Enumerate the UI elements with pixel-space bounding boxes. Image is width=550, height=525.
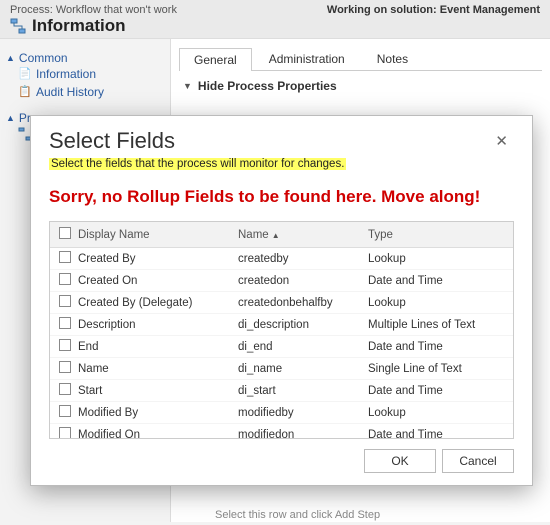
table-row[interactable]: Enddi_endDate and Time	[50, 336, 513, 358]
cell-display-name: Name	[76, 363, 238, 375]
row-checkbox[interactable]	[54, 361, 76, 376]
cell-name: di_description	[238, 319, 368, 331]
grid-body[interactable]: Created BycreatedbyLookupCreated Oncreat…	[50, 248, 513, 438]
dialog-title: Select Fields	[49, 128, 489, 154]
sidebar-group-common[interactable]: ▲ Common	[6, 51, 164, 65]
ok-button[interactable]: OK	[364, 449, 436, 473]
column-header-display-name[interactable]: Display Name	[76, 229, 238, 241]
solution-context: Working on solution: Event Management	[327, 4, 540, 16]
table-row[interactable]: Created OncreatedonDate and Time	[50, 270, 513, 292]
cell-name: createdon	[238, 275, 368, 287]
cell-display-name: Created By (Delegate)	[76, 297, 238, 309]
cancel-button[interactable]: Cancel	[442, 449, 514, 473]
row-checkbox[interactable]	[54, 427, 76, 438]
page-header: Process: Workflow that won't work Inform…	[0, 0, 550, 39]
close-icon[interactable]: ✕	[489, 128, 514, 154]
cell-display-name: Created By	[76, 253, 238, 265]
tab-administration[interactable]: Administration	[254, 47, 360, 70]
tab-notes[interactable]: Notes	[362, 47, 423, 70]
tab-general[interactable]: General	[179, 48, 252, 71]
cell-type: Date and Time	[368, 341, 509, 353]
cell-type: Multiple Lines of Text	[368, 319, 509, 331]
cell-type: Lookup	[368, 407, 509, 419]
cell-type: Date and Time	[368, 429, 509, 439]
cell-type: Date and Time	[368, 385, 509, 397]
column-header-name[interactable]: Name▲	[238, 229, 368, 241]
dialog-subtitle: Select the fields that the process will …	[49, 158, 346, 170]
cell-type: Date and Time	[368, 275, 509, 287]
sidebar-item-label: Information	[36, 67, 96, 81]
cell-name: createdby	[238, 253, 368, 265]
cell-display-name: Start	[76, 385, 238, 397]
cell-display-name: Modified By	[76, 407, 238, 419]
cell-type: Lookup	[368, 297, 509, 309]
cell-name: createdonbehalfby	[238, 297, 368, 309]
page-title-text: Information	[32, 16, 126, 36]
row-checkbox[interactable]	[54, 251, 76, 266]
fields-grid: Display Name Name▲ Type Created Bycreate…	[49, 221, 514, 439]
page-title: Information	[10, 16, 327, 36]
cell-display-name: End	[76, 341, 238, 353]
table-row[interactable]: Created BycreatedbyLookup	[50, 248, 513, 270]
sidebar-group-label: Common	[19, 51, 68, 65]
cell-name: di_name	[238, 363, 368, 375]
chevron-down-icon: ▲	[6, 53, 15, 63]
cell-name: modifiedon	[238, 429, 368, 439]
row-checkbox[interactable]	[54, 383, 76, 398]
cell-name: di_start	[238, 385, 368, 397]
row-checkbox[interactable]	[54, 273, 76, 288]
row-checkbox[interactable]	[54, 317, 76, 332]
annotation-text: Sorry, no Rollup Fields to be found here…	[49, 186, 514, 207]
table-row[interactable]: Modified OnmodifiedonDate and Time	[50, 424, 513, 438]
table-row[interactable]: Created By (Delegate)createdonbehalfbyLo…	[50, 292, 513, 314]
process-name: Process: Workflow that won't work	[10, 4, 327, 16]
row-checkbox[interactable]	[54, 405, 76, 420]
select-fields-dialog: Select Fields ✕ Select the fields that t…	[30, 115, 533, 486]
row-checkbox[interactable]	[54, 339, 76, 354]
sidebar-item-information[interactable]: 📄 Information	[6, 65, 164, 83]
document-icon: 📄	[18, 67, 32, 81]
grid-header: Display Name Name▲ Type	[50, 222, 513, 248]
cell-name: modifiedby	[238, 407, 368, 419]
sidebar-item-audit-history[interactable]: 📋 Audit History	[6, 83, 164, 101]
cell-display-name: Created On	[76, 275, 238, 287]
chevron-down-icon: ▲	[6, 113, 15, 123]
row-checkbox[interactable]	[54, 295, 76, 310]
cell-type: Single Line of Text	[368, 363, 509, 375]
table-row[interactable]: Descriptiondi_descriptionMultiple Lines …	[50, 314, 513, 336]
column-header-name-text: Name	[238, 229, 269, 241]
table-row[interactable]: Modified BymodifiedbyLookup	[50, 402, 513, 424]
workflow-icon	[10, 18, 26, 34]
add-step-hint: Select this row and click Add Step	[215, 509, 380, 521]
column-header-type[interactable]: Type	[368, 229, 509, 241]
tab-bar: General Administration Notes	[179, 47, 542, 71]
clipboard-icon: 📋	[18, 85, 32, 99]
sidebar-item-label: Audit History	[36, 85, 104, 99]
sort-asc-icon: ▲	[272, 231, 280, 240]
table-row[interactable]: Startdi_startDate and Time	[50, 380, 513, 402]
hide-process-properties-label: Hide Process Properties	[198, 79, 337, 93]
cell-display-name: Modified On	[76, 429, 238, 439]
table-row[interactable]: Namedi_nameSingle Line of Text	[50, 358, 513, 380]
cell-type: Lookup	[368, 253, 509, 265]
cell-name: di_end	[238, 341, 368, 353]
triangle-down-icon: ▼	[183, 81, 192, 91]
cell-display-name: Description	[76, 319, 238, 331]
hide-process-properties-toggle[interactable]: ▼ Hide Process Properties	[179, 71, 542, 101]
select-all-checkbox[interactable]	[54, 227, 76, 242]
